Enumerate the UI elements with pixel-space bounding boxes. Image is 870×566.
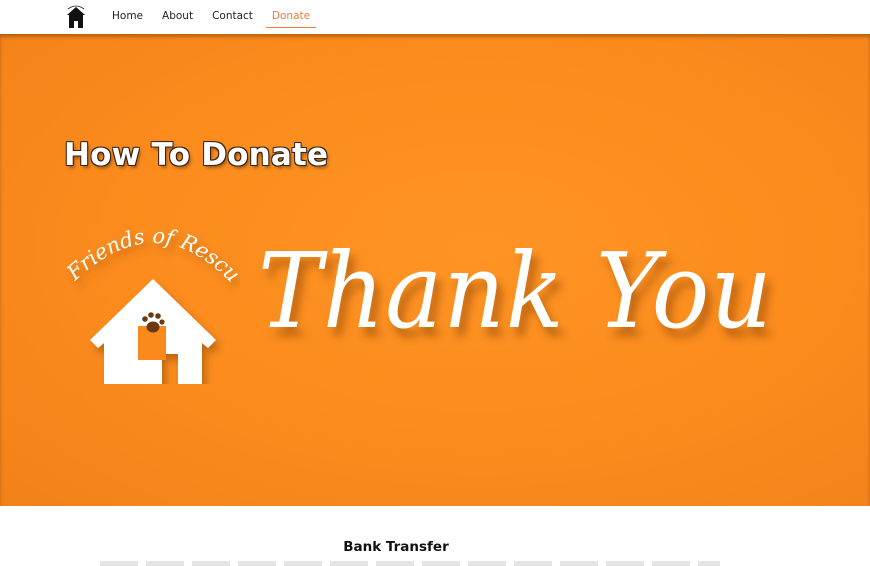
house-logo-icon[interactable]	[64, 4, 88, 30]
nav-link-donate[interactable]: Donate	[265, 0, 317, 34]
svg-text:Friends of Rescue: Friends of Rescue	[60, 214, 240, 287]
navbar: Home About Contact Donate	[0, 0, 870, 34]
house-paw-icon: Friends of Rescue	[60, 214, 240, 384]
nav-link-home[interactable]: Home	[106, 0, 149, 34]
nav-link-about[interactable]: About	[156, 0, 199, 34]
logo-text: Friends of Rescue	[60, 214, 240, 287]
section-text-cutoff	[100, 561, 720, 566]
hero-banner: How To Donate Friends of Rescue Thank Yo…	[0, 34, 870, 506]
section-title: Bank Transfer	[343, 539, 449, 555]
nav-links: Home About Contact Donate	[106, 0, 323, 34]
page-title: How To Donate	[64, 137, 329, 173]
thank-you-text: Thank You	[258, 230, 773, 352]
nav-link-contact[interactable]: Contact	[206, 0, 259, 34]
